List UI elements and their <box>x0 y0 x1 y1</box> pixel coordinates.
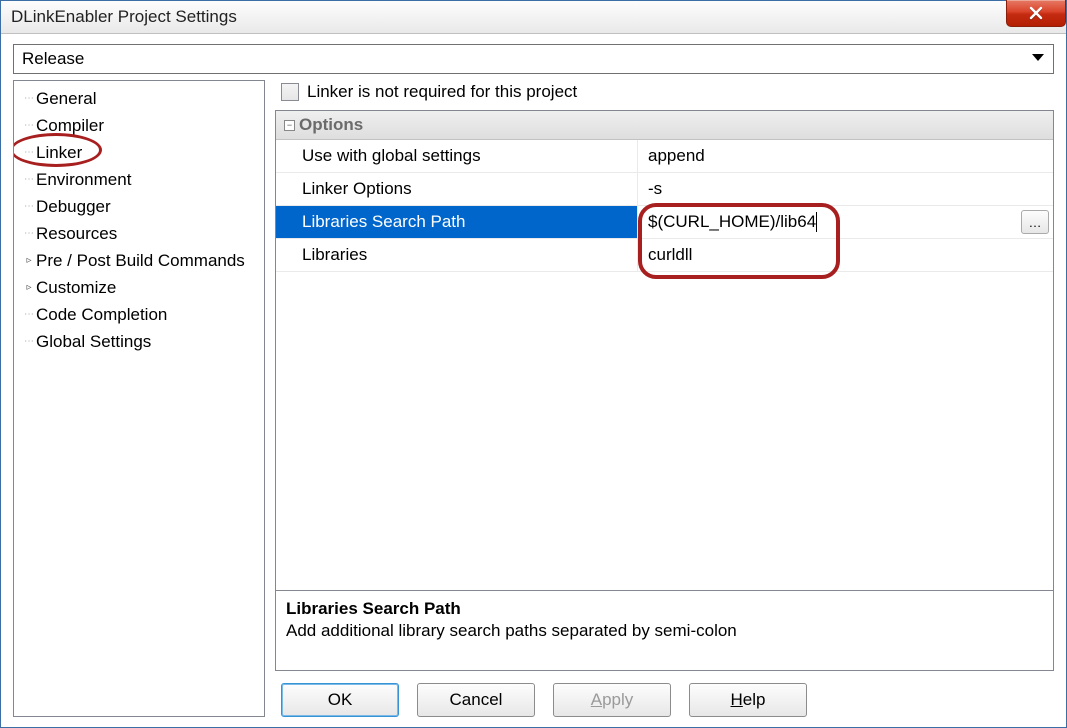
config-dropdown-value: Release <box>22 49 84 69</box>
right-panel: Linker is not required for this project … <box>275 80 1054 717</box>
apply-button[interactable]: Apply <box>553 683 671 717</box>
help-button-label: Help <box>731 690 766 710</box>
option-row-global-settings[interactable]: Use with global settings append <box>276 140 1053 173</box>
close-button[interactable] <box>1006 0 1066 27</box>
sidebar-item-customize[interactable]: ▹ Customize <box>16 274 262 301</box>
collapse-icon[interactable]: − <box>284 120 295 131</box>
sidebar-item-general[interactable]: ⋯ General <box>16 85 262 112</box>
close-icon <box>1029 6 1043 20</box>
option-key: Linker Options <box>276 173 638 205</box>
options-grid: − Options Use with global settings appen… <box>275 110 1054 591</box>
tree-branch-icon: ⋯ <box>22 93 36 104</box>
options-body: Use with global settings append Linker O… <box>276 140 1053 590</box>
options-title: Options <box>299 115 363 135</box>
cancel-button[interactable]: Cancel <box>417 683 535 717</box>
sidebar-item-label: Debugger <box>36 197 111 217</box>
sidebar-item-label: General <box>36 89 96 109</box>
description-panel: Libraries Search Path Add additional lib… <box>275 591 1054 671</box>
tree-branch-icon: ⋯ <box>22 147 36 158</box>
main-area: ⋯ General ⋯ Compiler ⋯ Linker ⋯ Environm… <box>1 80 1066 727</box>
config-dropdown[interactable]: Release <box>13 44 1054 74</box>
expand-icon[interactable]: ▹ <box>22 282 36 293</box>
button-row: OK Cancel Apply Help <box>275 671 1054 717</box>
window-title: DLinkEnabler Project Settings <box>11 7 237 27</box>
tree-branch-icon: ⋯ <box>22 201 36 212</box>
sidebar: ⋯ General ⋯ Compiler ⋯ Linker ⋯ Environm… <box>13 80 265 717</box>
tree-branch-icon: ⋯ <box>22 336 36 347</box>
browse-button[interactable]: … <box>1021 210 1049 234</box>
linker-not-required-label: Linker is not required for this project <box>307 82 577 102</box>
sidebar-item-resources[interactable]: ⋯ Resources <box>16 220 262 247</box>
option-key: Libraries <box>276 239 638 271</box>
sidebar-item-label: Customize <box>36 278 116 298</box>
apply-button-label: Apply <box>591 690 634 710</box>
option-value[interactable]: append <box>638 140 1053 172</box>
help-button[interactable]: Help <box>689 683 807 717</box>
tree-branch-icon: ⋯ <box>22 120 36 131</box>
option-row-libraries[interactable]: Libraries curldll <box>276 239 1053 272</box>
description-title: Libraries Search Path <box>286 599 1043 619</box>
description-text: Add additional library search paths sepa… <box>286 621 1043 641</box>
cancel-button-label: Cancel <box>450 690 503 710</box>
option-key: Libraries Search Path <box>276 206 638 238</box>
sidebar-item-label: Linker <box>36 143 82 163</box>
ok-button-label: OK <box>328 690 353 710</box>
linker-not-required-row: Linker is not required for this project <box>275 80 1054 110</box>
settings-window: DLinkEnabler Project Settings Release ⋯ … <box>0 0 1067 728</box>
tree-branch-icon: ⋯ <box>22 228 36 239</box>
sidebar-item-debugger[interactable]: ⋯ Debugger <box>16 193 262 220</box>
ok-button[interactable]: OK <box>281 683 399 717</box>
tree-branch-icon: ⋯ <box>22 309 36 320</box>
tree-branch-icon: ⋯ <box>22 174 36 185</box>
option-value[interactable]: curldll <box>638 239 1053 271</box>
sidebar-item-label: Global Settings <box>36 332 151 352</box>
expand-icon[interactable]: ▹ <box>22 255 36 266</box>
sidebar-item-label: Resources <box>36 224 117 244</box>
config-row: Release <box>1 34 1066 80</box>
sidebar-item-label: Code Completion <box>36 305 167 325</box>
option-key: Use with global settings <box>276 140 638 172</box>
option-value[interactable]: $(CURL_HOME)/lib64 … <box>638 206 1053 238</box>
sidebar-item-global-settings[interactable]: ⋯ Global Settings <box>16 328 262 355</box>
sidebar-item-environment[interactable]: ⋯ Environment <box>16 166 262 193</box>
titlebar: DLinkEnabler Project Settings <box>1 1 1066 34</box>
sidebar-item-linker[interactable]: ⋯ Linker <box>16 139 262 166</box>
option-value[interactable]: -s <box>638 173 1053 205</box>
options-header[interactable]: − Options <box>276 111 1053 140</box>
sidebar-item-label: Compiler <box>36 116 104 136</box>
option-value-text: $(CURL_HOME)/lib64 <box>648 212 817 232</box>
option-row-libraries-search-path[interactable]: Libraries Search Path $(CURL_HOME)/lib64… <box>276 206 1053 239</box>
linker-not-required-checkbox[interactable] <box>281 83 299 101</box>
sidebar-item-code-completion[interactable]: ⋯ Code Completion <box>16 301 262 328</box>
option-row-linker-options[interactable]: Linker Options -s <box>276 173 1053 206</box>
sidebar-item-label: Pre / Post Build Commands <box>36 251 245 271</box>
sidebar-item-label: Environment <box>36 170 131 190</box>
sidebar-item-pre-post-build[interactable]: ▹ Pre / Post Build Commands <box>16 247 262 274</box>
sidebar-item-compiler[interactable]: ⋯ Compiler <box>16 112 262 139</box>
chevron-down-icon <box>1031 50 1045 68</box>
